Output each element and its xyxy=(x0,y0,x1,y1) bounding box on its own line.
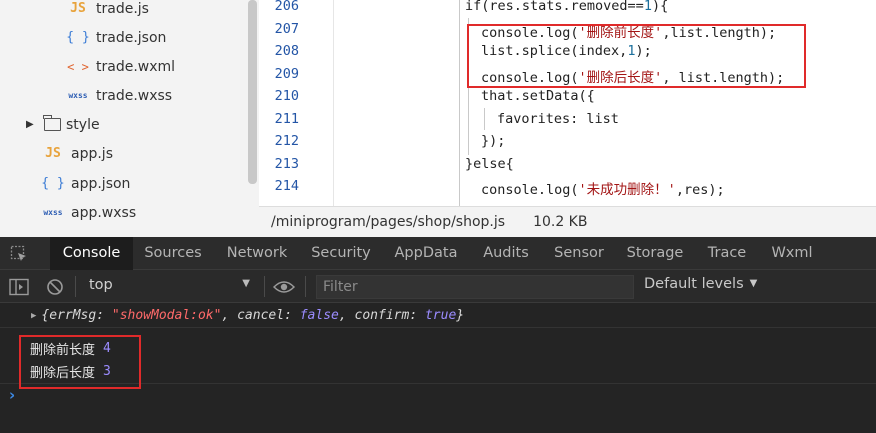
tree-item-app-wxss[interactable]: wxss app.wxss xyxy=(41,198,136,227)
code-line-211: favorites: list xyxy=(497,111,619,127)
tree-folder-style[interactable]: ▶ style xyxy=(26,110,100,139)
eye-icon[interactable] xyxy=(273,276,295,298)
code-line-212: }); xyxy=(481,133,506,149)
tab-wxml[interactable]: Wxml xyxy=(765,237,819,270)
file-path: /miniprogram/pages/shop/shop.js xyxy=(271,214,506,230)
context-select[interactable]: top ▼ xyxy=(81,276,256,298)
tree-item-label: trade.wxss xyxy=(96,87,173,104)
tree-item-label: trade.js xyxy=(96,0,149,17)
sidebar-toggle-icon[interactable] xyxy=(8,276,30,298)
tree-item-label: trade.json xyxy=(96,29,167,46)
console-object-message[interactable]: ▶ {errMsg: "showModal:ok", cancel: false… xyxy=(0,304,876,328)
line-number: 214 xyxy=(274,178,299,194)
chevron-right-icon[interactable]: ▶ xyxy=(26,119,38,130)
tree-item-label: app.wxss xyxy=(71,204,137,221)
folder-icon xyxy=(42,115,62,131)
line-number: 207 xyxy=(274,21,299,37)
indent-guide xyxy=(459,0,460,206)
wxss-file-icon: wxss xyxy=(43,208,63,217)
line-number: 209 xyxy=(274,66,299,82)
line-number: 210 xyxy=(274,88,299,104)
console-toolbar: top ▼ Default levels ▼ xyxy=(0,270,876,303)
tree-scrollbar[interactable] xyxy=(248,0,257,184)
tab-appdata[interactable]: AppData xyxy=(389,237,463,270)
object-preview: {errMsg: "showModal:ok", cancel: false, … xyxy=(41,308,465,323)
toolbar-divider xyxy=(75,276,76,297)
tree-item-label: trade.wxml xyxy=(96,58,176,75)
context-label: top xyxy=(89,277,113,293)
indent-guide xyxy=(484,108,485,130)
tree-item-trade-wxml[interactable]: < > trade.wxml xyxy=(66,52,175,81)
wxss-file-icon: wxss xyxy=(68,91,88,100)
tab-audits[interactable]: Audits xyxy=(477,237,535,270)
tree-item-app-js[interactable]: JS app.js xyxy=(41,139,113,168)
filter-input[interactable] xyxy=(316,275,634,299)
tab-sensor[interactable]: Sensor xyxy=(549,237,609,270)
line-number: 211 xyxy=(274,111,299,127)
code-line-206: if(res.stats.removed==1){ xyxy=(465,0,669,14)
tree-item-trade-json[interactable]: { } trade.json xyxy=(66,23,166,52)
editor-status-bar: /miniprogram/pages/shop/shop.js 10.2 KB xyxy=(259,206,876,237)
inspect-element-icon[interactable] xyxy=(10,245,28,263)
js-file-icon: JS xyxy=(45,146,61,161)
tab-network[interactable]: Network xyxy=(219,237,295,270)
code-highlight-box xyxy=(467,24,806,88)
tab-trace[interactable]: Trace xyxy=(702,237,752,270)
expand-triangle-icon[interactable]: ▶ xyxy=(31,311,36,321)
tree-item-label: app.json xyxy=(71,175,131,192)
clear-console-icon[interactable] xyxy=(44,276,66,298)
json-file-icon: { } xyxy=(41,176,65,191)
json-file-icon: { } xyxy=(66,30,90,45)
code-line-213: }else{ xyxy=(465,156,514,172)
tab-storage[interactable]: Storage xyxy=(622,237,688,270)
tree-item-label: app.js xyxy=(71,145,113,162)
file-size: 10.2 KB xyxy=(533,214,588,230)
tree-item-app-json[interactable]: { } app.json xyxy=(41,169,130,198)
devtools-tab-bar: Console Sources Network Security AppData… xyxy=(0,237,876,270)
code-line-210: that.setData({ xyxy=(481,88,595,104)
line-number: 213 xyxy=(274,156,299,172)
tree-item-label: style xyxy=(66,116,100,133)
console-prompt-icon[interactable]: › xyxy=(9,386,15,404)
dropdown-arrow-icon: ▼ xyxy=(242,278,250,289)
dropdown-arrow-icon: ▼ xyxy=(749,278,758,289)
console-highlight-box xyxy=(19,335,141,389)
tab-sources[interactable]: Sources xyxy=(137,237,209,270)
line-number: 208 xyxy=(274,43,299,59)
tab-console[interactable]: Console xyxy=(50,237,133,270)
ide-top-area: JS trade.js { } trade.json < > trade.wxm… xyxy=(0,0,876,237)
log-levels-label: Default levels xyxy=(644,276,744,292)
toolbar-divider xyxy=(264,276,265,297)
log-levels-dropdown[interactable]: Default levels ▼ xyxy=(644,276,757,298)
tree-item-trade-js[interactable]: JS trade.js xyxy=(66,0,149,23)
line-number-gutter: 206 207 208 209 210 211 212 213 214 xyxy=(259,0,334,206)
file-tree: JS trade.js { } trade.json < > trade.wxm… xyxy=(0,0,259,237)
toolbar-divider xyxy=(305,276,306,297)
code-line-214: console.log('未成功删除！',res); xyxy=(481,182,725,198)
line-number: 212 xyxy=(274,133,299,149)
line-number: 206 xyxy=(274,0,299,14)
tab-security[interactable]: Security xyxy=(305,237,377,270)
js-file-icon: JS xyxy=(70,1,86,16)
tree-item-trade-wxss[interactable]: wxss trade.wxss xyxy=(66,81,172,110)
wxml-file-icon: < > xyxy=(67,59,89,74)
